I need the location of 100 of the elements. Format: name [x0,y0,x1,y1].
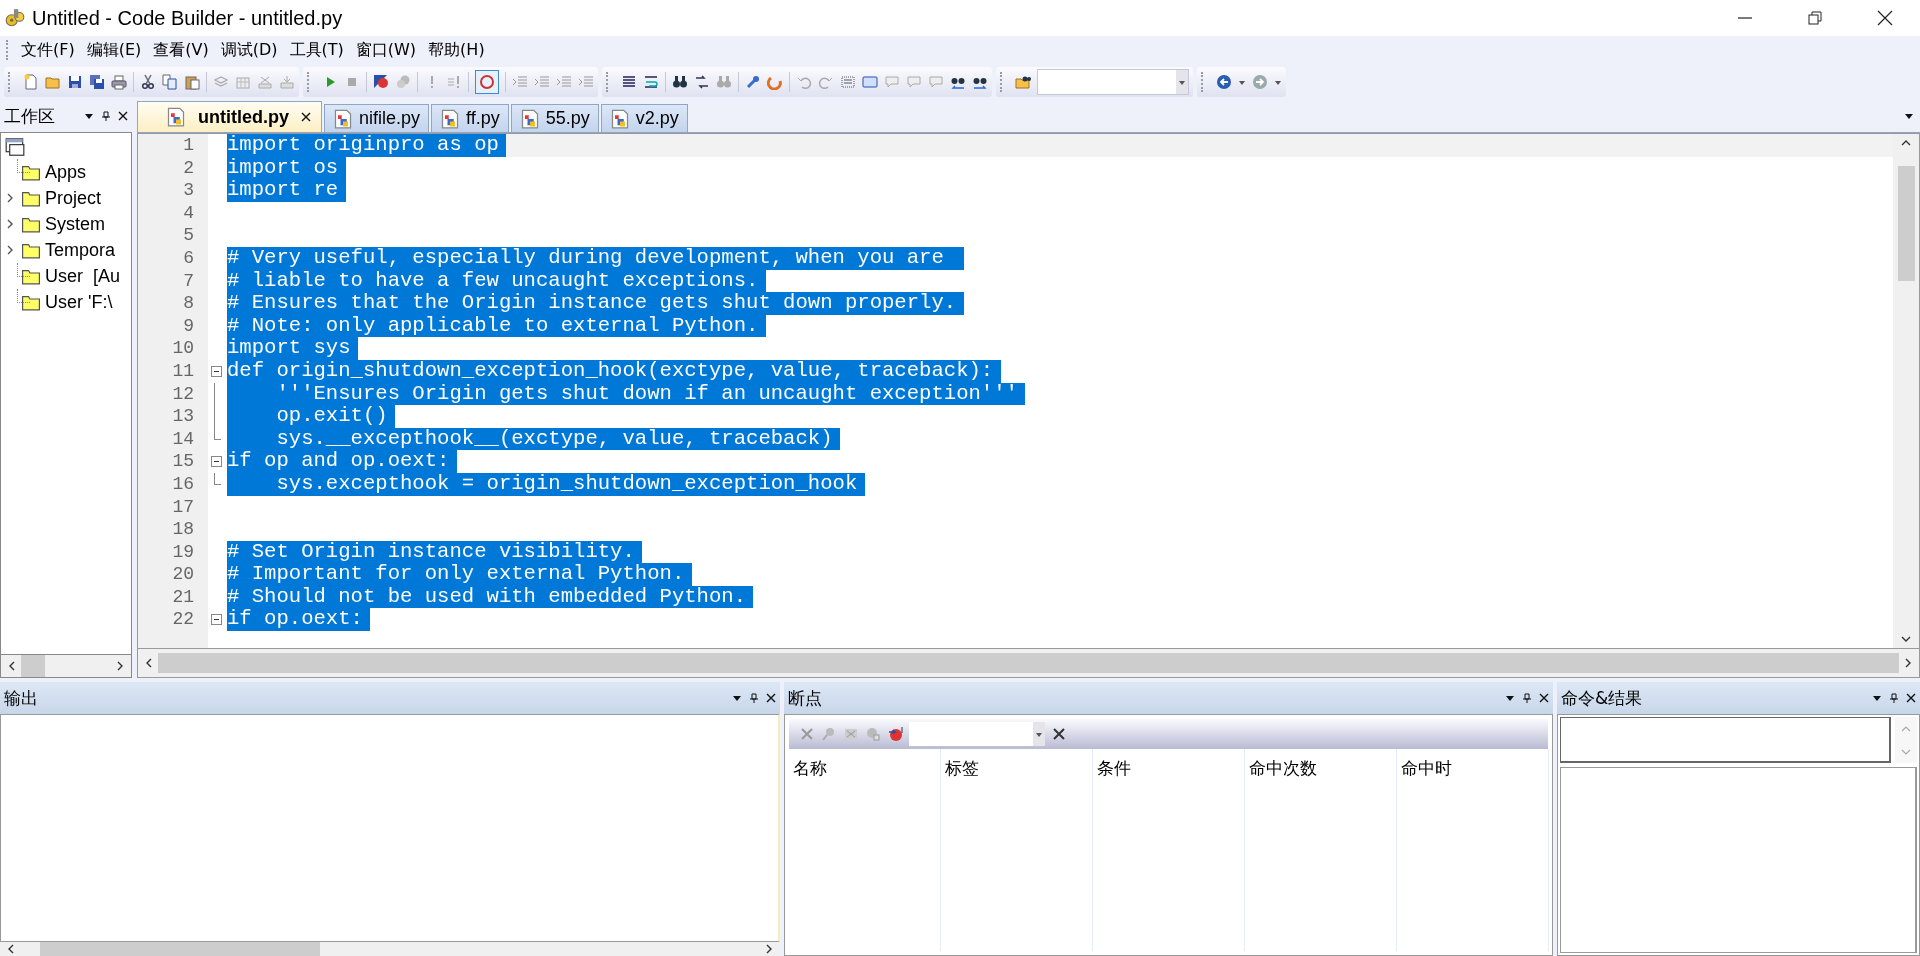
printer-icon[interactable] [111,74,127,90]
tree-item[interactable]: User 'F:\ [45,291,113,313]
tree-item[interactable]: User [Au [45,265,121,287]
line-number: 12 [171,382,195,406]
file-tab[interactable]: ff.py [431,104,509,132]
line-number: 19 [171,540,195,564]
paste-icon[interactable] [184,74,200,90]
menu-item[interactable]: 帮助(H) [422,37,491,63]
dropdown-icon[interactable] [732,693,742,703]
close-icon[interactable] [1906,693,1916,703]
dropdown-icon[interactable] [1904,111,1914,121]
caret-icon[interactable] [1238,78,1246,86]
breakpoint-icon[interactable] [887,726,903,742]
indent-icon[interactable] [534,74,550,90]
line-number: 7 [182,269,195,293]
panel-title: 工作区 [4,104,55,128]
menu-item[interactable]: 编辑(E) [80,37,148,63]
back-icon[interactable] [1216,74,1232,90]
menu-item[interactable]: 窗口(W) [349,37,423,63]
python-file-icon [166,107,186,127]
scrollbar-thumb[interactable] [21,655,45,677]
column-header[interactable]: 名称 [793,758,827,778]
dropdown-icon [1178,78,1186,86]
scroll-up-icon[interactable] [1901,138,1911,148]
collapse-icon[interactable] [210,365,222,377]
open-folder-icon[interactable] [1015,74,1031,90]
close-icon[interactable] [118,111,128,121]
scroll-right-icon[interactable] [115,661,125,671]
indent-icon[interactable] [512,74,528,90]
line-number: 18 [171,518,195,541]
scroll-right-icon[interactable] [1903,658,1913,668]
column-header[interactable]: 标签 [945,758,979,778]
scroll-left-icon[interactable] [7,661,17,671]
line-number: 11 [171,359,195,383]
save-all-icon[interactable] [89,74,105,90]
breakpoint-icon[interactable] [373,74,389,90]
menu-item[interactable]: 工具(T) [283,37,350,63]
close-icon[interactable] [1539,693,1549,703]
dotted-list-icon[interactable] [840,74,856,90]
column-header[interactable]: 条件 [1097,758,1131,778]
tree-item[interactable]: Project [45,187,102,209]
wrench-icon[interactable] [745,74,761,90]
line-number: 10 [171,337,195,360]
folder-icon [21,293,41,311]
column-header[interactable]: 命中时 [1401,758,1452,778]
rectangle-icon[interactable] [862,74,878,90]
pin-icon[interactable] [101,111,111,121]
cut-icon[interactable] [140,74,156,90]
pin-icon[interactable] [1522,693,1532,703]
close-icon[interactable] [766,693,776,703]
scroll-left-icon[interactable] [6,944,16,954]
delete-icon[interactable] [799,726,815,742]
pin-icon[interactable] [1889,693,1899,703]
menu-item[interactable]: 文件(F) [15,37,81,63]
column-header[interactable]: 命中次数 [1249,758,1317,778]
indent-icon[interactable] [578,74,594,90]
tree-item[interactable]: System [45,213,105,235]
clear-icon[interactable] [1051,726,1067,742]
replace-icon[interactable] [694,74,710,90]
scrollbar-thumb[interactable] [40,942,320,956]
binoculars-icon[interactable] [672,74,688,90]
scrollbar-thumb[interactable] [158,653,1899,673]
collapse-icon[interactable] [210,614,222,626]
command-input[interactable] [1560,717,1891,763]
wrap-lines-icon[interactable] [643,74,659,90]
dropdown-icon[interactable] [1872,693,1882,703]
horizontal-scrollbar[interactable] [0,655,132,678]
scrollbar-thumb[interactable] [1897,166,1915,281]
file-tab[interactable]: 55.py [510,104,599,132]
menu-item[interactable]: 查看(V) [147,37,215,63]
dropdown-icon[interactable] [84,111,94,121]
save-icon[interactable] [67,74,83,90]
close-icon[interactable] [301,112,311,122]
toggle-button[interactable] [475,70,499,94]
line-number: 21 [171,585,195,609]
lines-icon[interactable] [621,74,637,90]
file-tab[interactable]: v2.py [600,104,688,132]
horizontal-scrollbar[interactable] [0,942,780,956]
tree-item[interactable]: Apps [45,161,87,183]
file-tab[interactable]: untitled.py [137,101,322,132]
menu-item[interactable]: 调试(D) [214,37,284,63]
copy-icon[interactable] [162,74,178,90]
vertical-scrollbar[interactable] [1893,134,1919,648]
file-tab[interactable]: nifile.py [324,104,430,132]
scroll-right-icon[interactable] [764,944,774,954]
line-number: 4 [182,201,195,225]
dropdown-icon[interactable] [1505,693,1515,703]
folder-icon [21,189,41,207]
scroll-left-icon[interactable] [144,658,154,668]
collapse-icon[interactable] [210,456,222,468]
horizontal-scrollbar[interactable] [137,649,1920,678]
new-file-icon[interactable] [23,74,39,90]
caret-icon[interactable] [1274,78,1282,86]
line-number: 20 [171,563,195,586]
folder-icon [21,267,41,285]
indent-icon[interactable] [556,74,572,90]
scroll-down-icon[interactable] [1901,634,1911,644]
forward-icon[interactable] [1252,74,1268,90]
pin-icon[interactable] [749,693,759,703]
tree-item[interactable]: Tempora [45,239,116,261]
